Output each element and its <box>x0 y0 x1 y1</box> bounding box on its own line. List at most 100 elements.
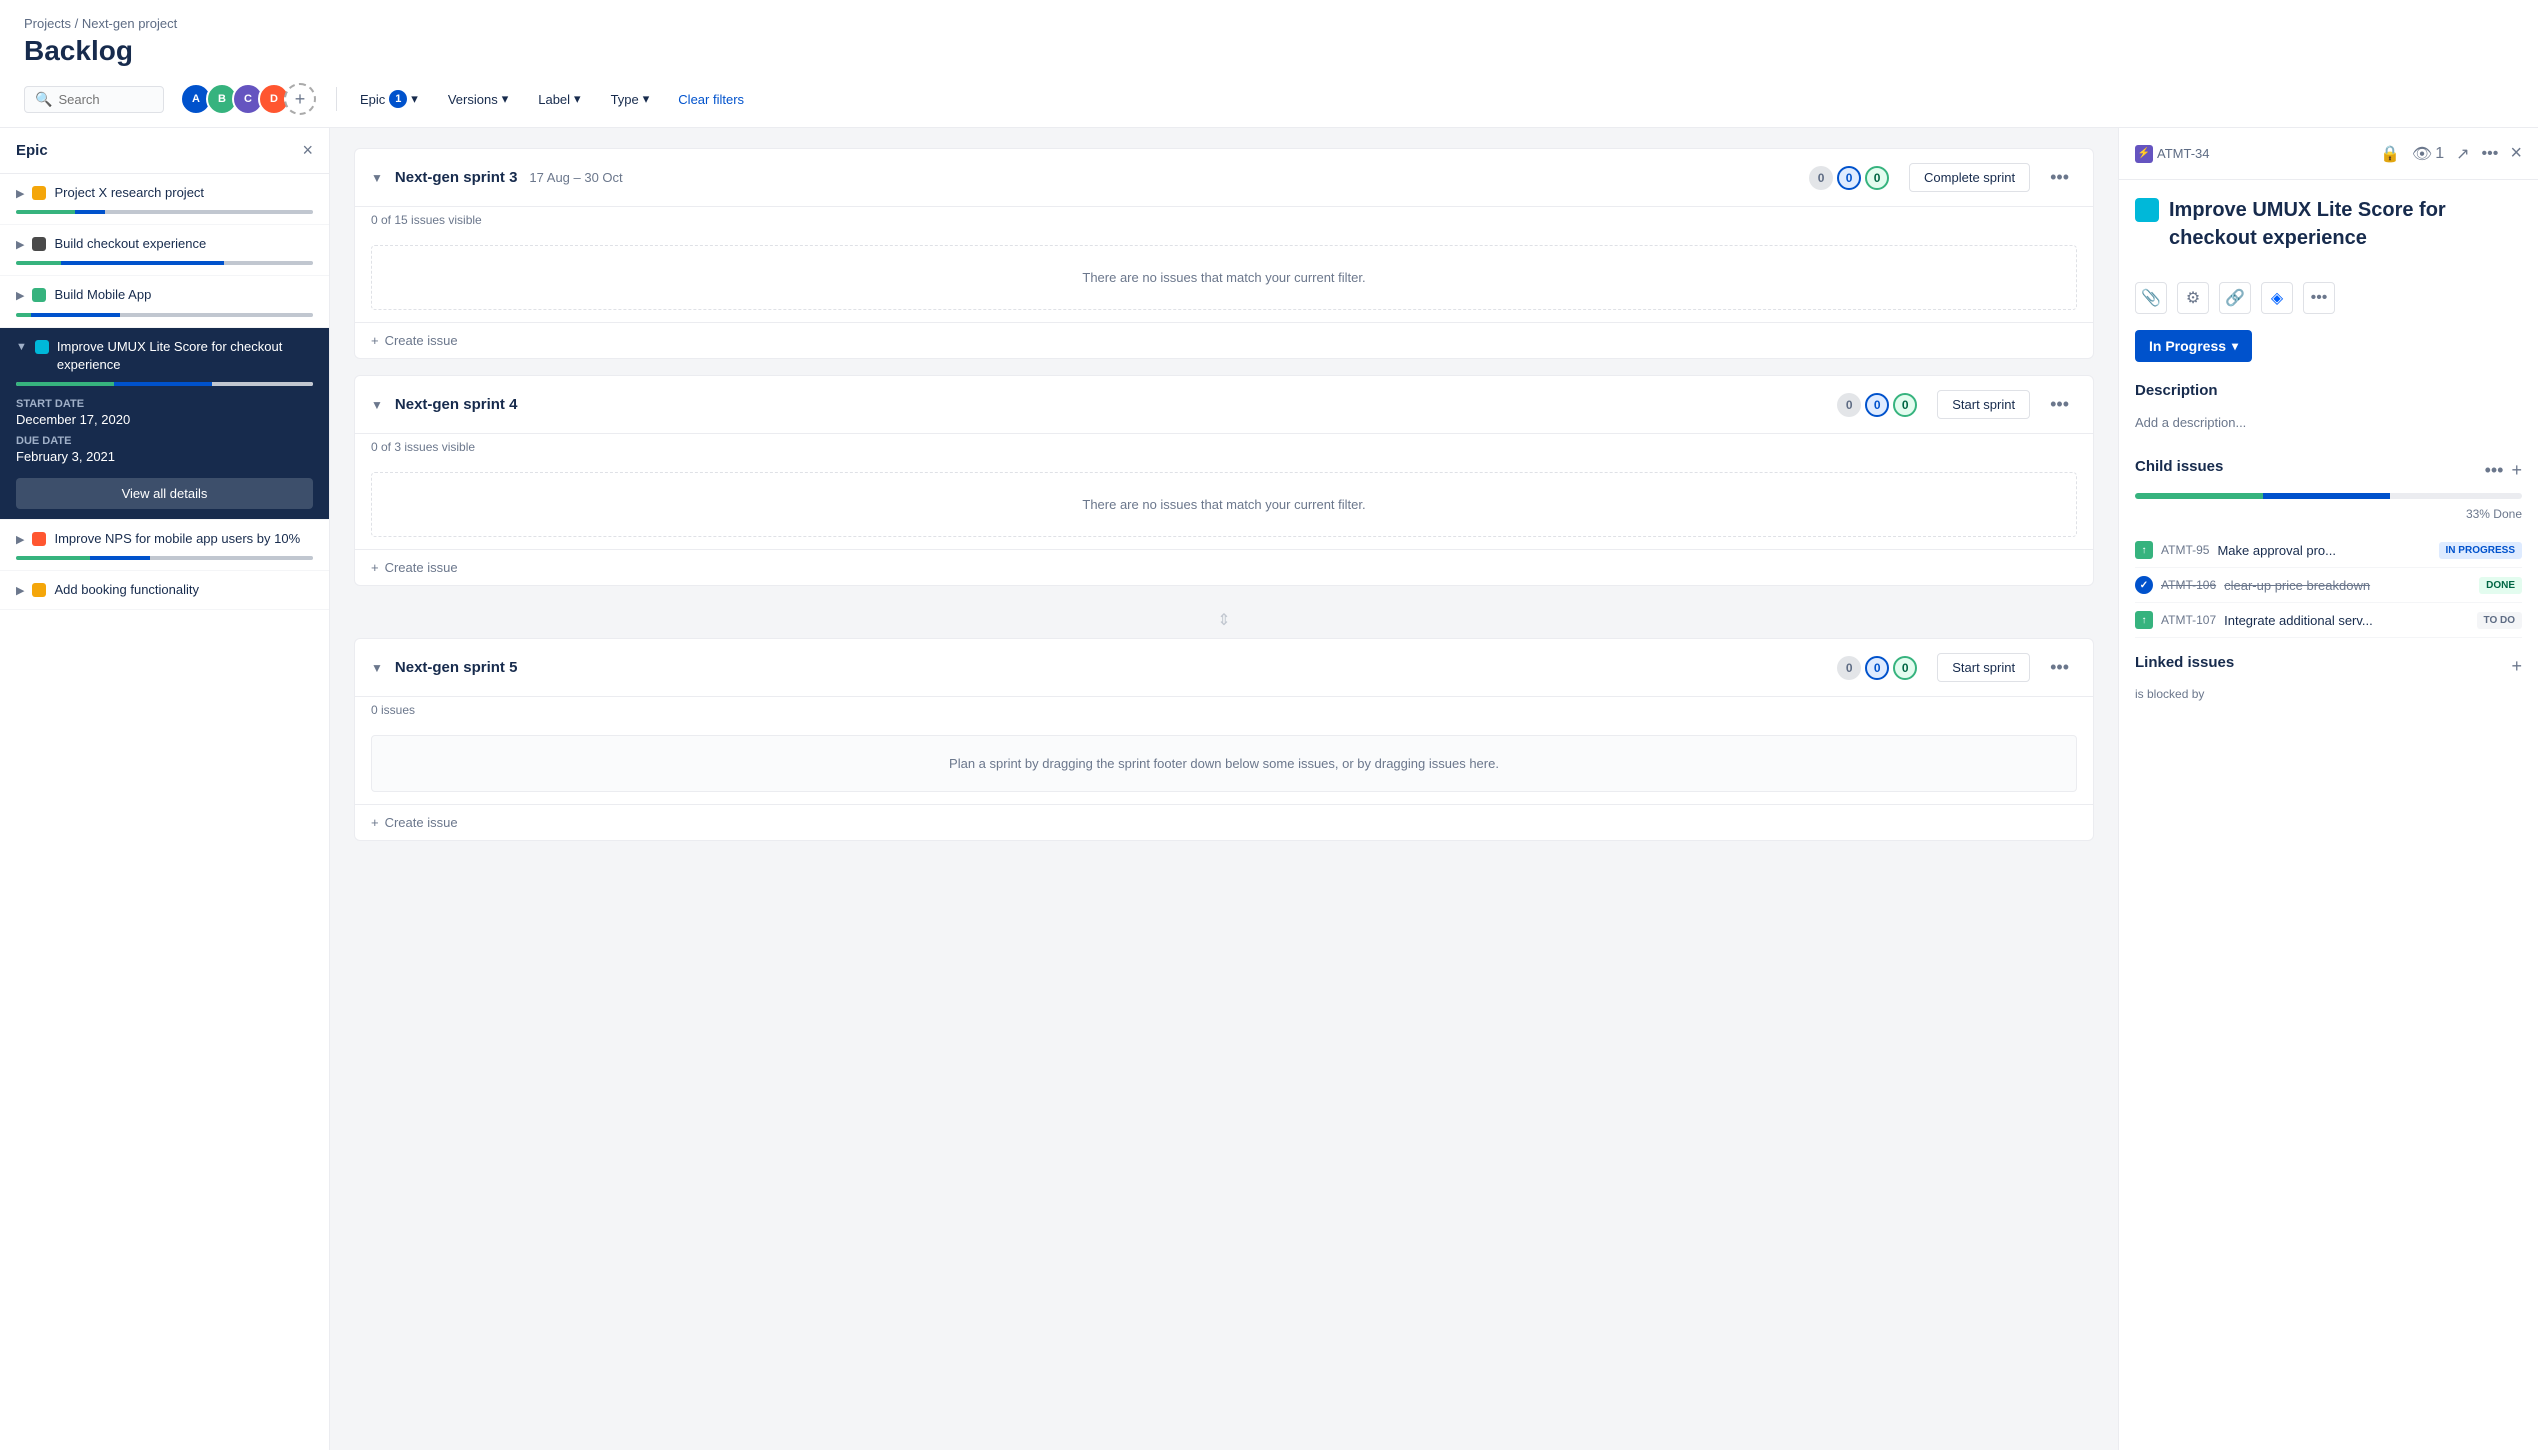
description-placeholder[interactable]: Add a description... <box>2135 407 2522 438</box>
child-issue-1[interactable]: ↑ ATMT-95 Make approval pro... IN PROGRE… <box>2135 533 2522 568</box>
epic4-label: Improve UMUX Lite Score for checkout exp… <box>57 338 313 374</box>
sprint4-done-count: 0 <box>1893 393 1917 417</box>
label-filter-chevron-icon: ▾ <box>574 91 581 107</box>
search-input[interactable] <box>58 92 158 107</box>
sidebar-item-epic3[interactable]: ▶ Build Mobile App <box>0 276 329 327</box>
sprint5-plus-icon: + <box>371 815 379 830</box>
sidebar-header: Epic × <box>0 128 329 174</box>
child-issue-2-name: clear-up price breakdown <box>2224 578 2471 593</box>
type-filter-label: Type <box>611 92 639 107</box>
linked-issues-header: Linked issues + <box>2135 654 2522 679</box>
sprint5-more-button[interactable]: ••• <box>2042 653 2077 682</box>
sidebar-item-epic1[interactable]: ▶ Project X research project <box>0 174 329 225</box>
breadcrumb-projects[interactable]: Projects <box>24 16 71 31</box>
linked-issues-section: Linked issues + is blocked by <box>2135 654 2522 701</box>
sprint4-create-issue-button[interactable]: + Create issue <box>355 549 2093 585</box>
child-issue-2-id: ATMT-106 <box>2161 578 2216 592</box>
epic6-chevron-icon: ▶ <box>16 584 24 597</box>
sidebar-title: Epic <box>16 142 48 159</box>
sprint4-chevron-icon[interactable]: ▼ <box>371 398 383 412</box>
start-date-label: Start date <box>16 398 313 410</box>
hierarchy-button[interactable]: ⚙ <box>2177 282 2209 314</box>
child-issue-3[interactable]: ↑ ATMT-107 Integrate additional serv... … <box>2135 603 2522 638</box>
sidebar-item-epic4[interactable]: ▼ Improve UMUX Lite Score for checkout e… <box>0 328 329 520</box>
sprint3-create-issue-button[interactable]: + Create issue <box>355 322 2093 358</box>
epic1-chevron-icon: ▶ <box>16 187 24 200</box>
epic3-chevron-icon: ▶ <box>16 289 24 302</box>
epic1-progress <box>16 210 313 214</box>
top-header: Projects / Next-gen project Backlog <box>0 0 2538 75</box>
epic-sidebar: Epic × ▶ Project X research project <box>0 128 330 1450</box>
sprint3-visible-count: 0 of 15 issues visible <box>355 207 2093 233</box>
lock-icon-button[interactable]: 🔒 <box>2380 144 2400 164</box>
sprint5-chevron-icon[interactable]: ▼ <box>371 661 383 675</box>
linked-add-button[interactable]: + <box>2511 656 2522 677</box>
epic2-progress <box>16 261 313 265</box>
epic3-progress <box>16 313 313 317</box>
view-all-details-button[interactable]: View all details <box>16 478 313 509</box>
add-avatar-button[interactable]: + <box>284 83 316 115</box>
sprint3-action-button[interactable]: Complete sprint <box>1909 163 2030 192</box>
attachment-button[interactable]: 📎 <box>2135 282 2167 314</box>
sprint3-more-button[interactable]: ••• <box>2042 163 2077 192</box>
child-progress-bar <box>2135 493 2522 499</box>
center-panel: ▼ Next-gen sprint 3 17 Aug – 30 Oct 0 0 … <box>330 128 2118 1450</box>
sidebar-item-epic6[interactable]: ▶ Add booking functionality <box>0 571 329 610</box>
sprint3-section: ▼ Next-gen sprint 3 17 Aug – 30 Oct 0 0 … <box>354 148 2094 359</box>
child-issue-2-status: DONE <box>2479 577 2522 594</box>
close-right-panel-button[interactable]: × <box>2510 142 2522 165</box>
epic4-progress <box>16 382 313 386</box>
epic-filter-button[interactable]: Epic 1 ▾ <box>349 83 429 115</box>
sidebar-item-epic2[interactable]: ▶ Build checkout experience <box>0 225 329 276</box>
toolbar-divider <box>336 87 337 111</box>
dropbox-button[interactable]: ◈ <box>2261 282 2293 314</box>
close-sidebar-button[interactable]: × <box>302 140 313 161</box>
start-date-value: December 17, 2020 <box>16 412 313 427</box>
sprint5-inprogress-count: 0 <box>1865 656 1889 680</box>
avatar-group: A B C D + <box>180 83 316 115</box>
sprint5-create-issue-button[interactable]: + Create issue <box>355 804 2093 840</box>
sprint4-action-button[interactable]: Start sprint <box>1937 390 2030 419</box>
sprint4-visible-count: 0 of 3 issues visible <box>355 434 2093 460</box>
child-issue-2-type-icon: ✓ <box>2135 576 2153 594</box>
sprint3-name: Next-gen sprint 3 <box>395 169 518 186</box>
epic-filter-label: Epic <box>360 92 385 107</box>
sprint3-plus-icon: + <box>371 333 379 348</box>
epic6-color <box>32 583 46 597</box>
sprint3-chevron-icon[interactable]: ▼ <box>371 171 383 185</box>
search-box[interactable]: 🔍 <box>24 86 164 113</box>
watch-button[interactable]: 👁 1 <box>2412 144 2444 164</box>
label-filter-label: Label <box>538 92 570 107</box>
issue-color-icon <box>2135 198 2159 222</box>
child-more-button[interactable]: ••• <box>2485 460 2504 481</box>
child-add-button[interactable]: + <box>2511 460 2522 481</box>
more-actions-button[interactable]: ••• <box>2482 145 2499 163</box>
linked-issues-title: Linked issues <box>2135 654 2234 671</box>
sprint4-section: ▼ Next-gen sprint 4 0 0 0 Start sprint •… <box>354 375 2094 586</box>
breadcrumb-current: Next-gen project <box>82 16 177 31</box>
sprint3-counts: 0 0 0 <box>1809 166 1889 190</box>
toolbar: 🔍 A B C D + Epic 1 ▾ Versions ▾ Label ▾ … <box>0 75 2538 128</box>
breadcrumb-separator: / <box>75 16 82 31</box>
child-issue-2[interactable]: ✓ ATMT-106 clear-up price breakdown DONE <box>2135 568 2522 603</box>
child-issue-1-status: IN PROGRESS <box>2439 542 2522 559</box>
epic2-color <box>32 237 46 251</box>
sprint5-plan-text: Plan a sprint by dragging the sprint foo… <box>371 735 2077 792</box>
more-actions-icon-button[interactable]: ••• <box>2303 282 2335 314</box>
label-filter-button[interactable]: Label ▾ <box>527 84 591 114</box>
type-filter-button[interactable]: Type ▾ <box>600 84 661 114</box>
link-button[interactable]: 🔗 <box>2219 282 2251 314</box>
sidebar-item-epic5[interactable]: ▶ Improve NPS for mobile app users by 10… <box>0 520 329 571</box>
share-button[interactable]: ↗ <box>2456 144 2469 164</box>
child-issue-1-id: ATMT-95 <box>2161 543 2209 557</box>
sprint4-more-button[interactable]: ••• <box>2042 390 2077 419</box>
sprint4-create-issue-label: Create issue <box>385 560 458 575</box>
status-button[interactable]: In Progress ▾ <box>2135 330 2252 362</box>
eye-icon: 👁 <box>2412 144 2432 164</box>
clear-filters-button[interactable]: Clear filters <box>668 86 754 113</box>
sprint5-done-count: 0 <box>1893 656 1917 680</box>
issue-type-icon: ⚡ <box>2135 145 2153 163</box>
child-issue-1-name: Make approval pro... <box>2217 543 2430 558</box>
sprint5-action-button[interactable]: Start sprint <box>1937 653 2030 682</box>
versions-filter-button[interactable]: Versions ▾ <box>437 84 519 114</box>
